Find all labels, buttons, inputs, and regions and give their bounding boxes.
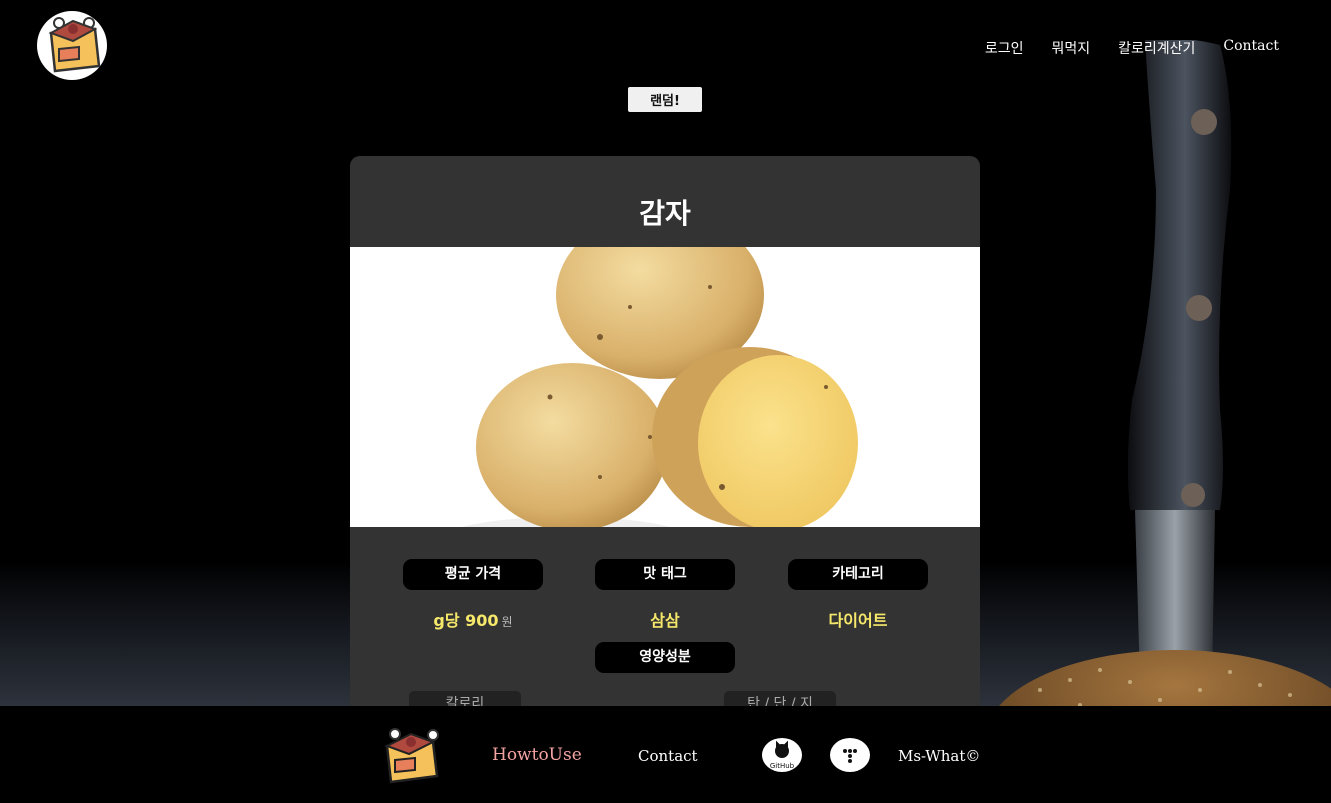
- tistory-icon[interactable]: [830, 738, 870, 772]
- price-tag: 평균 가격: [403, 559, 543, 590]
- price-unit: 원: [501, 615, 513, 629]
- category-tag: 카테고리: [788, 559, 928, 590]
- github-label: GitHub: [770, 762, 795, 770]
- nav-what-to-eat[interactable]: 뭐먹지: [1051, 38, 1090, 58]
- potato-image: [350, 247, 980, 527]
- github-icon[interactable]: GitHub: [762, 738, 802, 772]
- category-value: 다이어트: [828, 611, 888, 630]
- price-value-wrap: g당 900 원: [393, 607, 553, 631]
- price-value: g당 900: [433, 611, 499, 630]
- main-nav: 로그인 뭐먹지 칼로리계산기 Contact: [985, 38, 1279, 58]
- taste-tag: 맛 태그: [595, 559, 735, 590]
- logo-icon[interactable]: [37, 11, 107, 80]
- taste-value: 삼삼: [650, 611, 680, 630]
- nav-contact[interactable]: Contact: [1223, 38, 1279, 58]
- copyright: Ms-What©: [898, 747, 981, 765]
- food-name: 감자: [639, 197, 691, 230]
- howto-link[interactable]: HowtoUse: [492, 745, 582, 765]
- random-button[interactable]: 랜덤!: [628, 87, 702, 112]
- footer-logo-icon: [381, 726, 443, 786]
- nav-login[interactable]: 로그인: [985, 38, 1024, 58]
- nav-calorie-calculator[interactable]: 칼로리계산기: [1118, 38, 1195, 58]
- footer-contact-link[interactable]: Contact: [638, 747, 698, 765]
- food-card: 감자 평균 가격 맛 태그 카테고리 g당 900 원 삼삼 다이어트 영양성분…: [350, 156, 980, 716]
- knife-image: [989, 40, 1331, 720]
- footer: HowtoUse Contact GitHub Ms-What©: [0, 706, 1331, 803]
- nutrition-tag: 영양성분: [595, 642, 735, 673]
